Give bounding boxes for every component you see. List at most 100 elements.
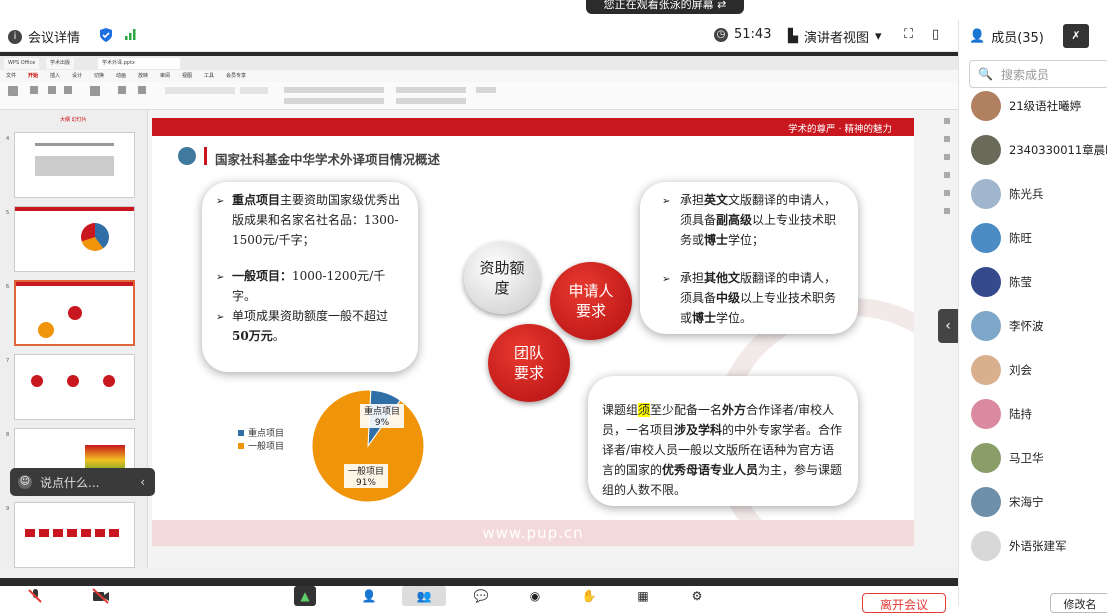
member-item[interactable]: 陆持 bbox=[971, 398, 1032, 430]
member-item[interactable]: 马卫华 bbox=[971, 442, 1044, 474]
slide-thumbnail-current[interactable] bbox=[14, 280, 135, 346]
slide-thumbnail[interactable] bbox=[14, 502, 135, 568]
members-panel: 👤 成员(35) ✗ 🔍 搜索成员 21级语社曦婷 2340330011章晨昕 陈光兵陈… bbox=[958, 20, 1107, 606]
funding-pie-chart: 重点项目9%一般项目91%重点项目一般项目 bbox=[238, 389, 425, 503]
member-name: 陈莹 bbox=[1009, 275, 1032, 289]
camera-off-icon[interactable] bbox=[90, 586, 112, 606]
mic-muted-icon[interactable] bbox=[24, 586, 46, 606]
pie-data-label: 一般项目91% bbox=[344, 464, 388, 488]
avatar bbox=[971, 267, 1001, 297]
applicant-text: 学位。 bbox=[716, 311, 753, 325]
pie-data-label: 重点项目9% bbox=[360, 404, 404, 428]
app-tab-wps[interactable]: WPS Office bbox=[4, 58, 40, 69]
member-item[interactable]: 陈莹 bbox=[971, 266, 1032, 298]
member-item[interactable]: 外语张建军 bbox=[971, 530, 1067, 562]
ribbon-menu-item[interactable]: 动画 bbox=[116, 72, 126, 79]
invite-icon[interactable]: 👤 bbox=[358, 586, 380, 606]
slide-thumbnail[interactable] bbox=[14, 354, 135, 420]
slide-thumbnail-panel: 大纲 幻灯片 4 5 6 7 8 9 bbox=[0, 110, 148, 568]
record-icon[interactable]: ◉ bbox=[524, 586, 546, 606]
applicant-text-bold: 博士 bbox=[692, 311, 717, 325]
top-strip bbox=[0, 0, 1107, 20]
legend-label: 重点项目 bbox=[248, 427, 284, 439]
ribbon-menu-item[interactable]: 开始 bbox=[28, 72, 38, 79]
search-icon: 🔍 bbox=[978, 67, 993, 81]
collapse-arrow-icon[interactable]: ‹ bbox=[140, 475, 145, 489]
timer-text: 51:43 bbox=[734, 27, 772, 42]
team-text-highlight: 须 bbox=[638, 403, 651, 417]
avatar bbox=[971, 223, 1001, 253]
members-icon[interactable]: 👥 bbox=[402, 586, 446, 606]
member-name: 2340330011章晨昕 bbox=[1009, 143, 1107, 157]
search-members-input[interactable]: 🔍 搜索成员 bbox=[969, 60, 1107, 88]
app-tab-bar: WPS Office 学术出版 学术外译.pptx bbox=[0, 56, 958, 70]
applicant-text: 承担 bbox=[680, 271, 705, 285]
ribbon-toolbar[interactable] bbox=[0, 82, 958, 110]
signal-strength-icon[interactable] bbox=[124, 27, 138, 41]
member-item[interactable]: 2340330011章晨昕 bbox=[971, 134, 1107, 166]
member-item[interactable]: 宋海宁 bbox=[971, 486, 1044, 518]
avatar bbox=[971, 399, 1001, 429]
ribbon-menu-item[interactable]: 放映 bbox=[138, 72, 148, 79]
ribbon-menu-item[interactable]: 审阅 bbox=[160, 72, 170, 79]
funding-card: ➢ 重点项目主要资助国家级优秀出版成果和名家名社名品：1300-1500元/千字… bbox=[202, 182, 418, 372]
ribbon-icons bbox=[8, 86, 496, 104]
svg-text:重点项目: 重点项目 bbox=[364, 405, 400, 417]
applicant-text-bold: 博士 bbox=[704, 233, 729, 247]
emoji-icon: ☺ bbox=[18, 475, 32, 489]
outline-tab[interactable]: 大纲 幻灯片 bbox=[60, 116, 87, 123]
ribbon-menu-item[interactable]: 切换 bbox=[94, 72, 104, 79]
applicant-text: 学位； bbox=[728, 233, 765, 247]
mute-mic-icon[interactable]: ✗ bbox=[1063, 24, 1089, 48]
share-screen-icon[interactable]: ▲ bbox=[294, 586, 316, 606]
member-item[interactable]: 21级语社曦婷 bbox=[971, 90, 1081, 122]
slide-thumbnail[interactable] bbox=[14, 206, 135, 272]
ribbon-menu-item[interactable]: 视图 bbox=[182, 72, 192, 79]
team-text: 课题组 bbox=[602, 403, 639, 417]
member-item[interactable]: 陈光兵 bbox=[971, 178, 1044, 210]
expand-panel-handle[interactable]: ‹ bbox=[938, 309, 958, 343]
member-item[interactable]: 刘会 bbox=[971, 354, 1032, 386]
funding-bubble: 资助额度 bbox=[464, 242, 540, 314]
bullet-arrow-icon: ➢ bbox=[662, 274, 671, 285]
title-accent-bar bbox=[204, 147, 207, 165]
ribbon-menu-item[interactable]: 插入 bbox=[50, 72, 60, 79]
ribbon-menu-item[interactable]: 会员专享 bbox=[226, 72, 246, 79]
slide-tagline: 学术的尊严 · 精神的魅力 bbox=[787, 124, 892, 135]
member-item[interactable]: 李怀波 bbox=[971, 310, 1044, 342]
ribbon-menu-item[interactable]: 工具 bbox=[204, 72, 214, 79]
view-mode-dropdown[interactable]: ▙ 演讲者视图 ▾ bbox=[788, 27, 882, 46]
member-name: 李怀波 bbox=[1009, 319, 1044, 333]
general-project-label: 一般项目： bbox=[232, 269, 293, 283]
comment-input[interactable]: ☺ 说点什么... ‹ bbox=[10, 468, 155, 496]
app-tab-pptx[interactable]: 学术外译.pptx bbox=[98, 58, 180, 69]
ribbon-menu-item[interactable]: 设计 bbox=[72, 72, 82, 79]
slide-thumbnail[interactable] bbox=[14, 132, 135, 198]
bullet-arrow-icon: ➢ bbox=[216, 272, 225, 283]
slide-header-band: 学术的尊严 · 精神的魅力 bbox=[152, 118, 914, 136]
fullscreen-icon[interactable]: ⛶ bbox=[904, 27, 913, 42]
meeting-details-button[interactable]: i 会议详情 bbox=[8, 27, 80, 46]
settings-gear-icon[interactable]: ⚙ bbox=[686, 586, 708, 606]
slide-canvas: 学术的尊严 · 精神的魅力 国家社科基金中华学术外译项目情况概述 ➢ 重点项目主… bbox=[152, 118, 914, 546]
sidebar-toggle-icon[interactable]: ▯ bbox=[932, 27, 939, 42]
app-tab-doc[interactable]: 学术出版 bbox=[46, 58, 75, 69]
ribbon-menu-item[interactable]: 文件 bbox=[6, 72, 16, 79]
member-item[interactable]: 陈旺 bbox=[971, 222, 1032, 254]
sharing-banner[interactable]: 您正在观看张泳的屏幕 ⇄ bbox=[586, 0, 744, 14]
leave-meeting-button[interactable]: 离开会议 bbox=[862, 593, 946, 613]
edit-name-button[interactable]: 修改名 bbox=[1050, 593, 1107, 613]
team-text-bold: 优秀母语专业人员 bbox=[662, 463, 759, 477]
apps-grid-icon[interactable]: ▦ bbox=[632, 586, 654, 606]
applicant-text-bold: 中级 bbox=[716, 291, 741, 305]
avatar bbox=[971, 487, 1001, 517]
team-text-bold: 外方 bbox=[722, 403, 747, 417]
applicant-text-bold: 副高级 bbox=[716, 213, 753, 227]
apps-hand-icon[interactable]: ✋ bbox=[578, 586, 600, 606]
applicant-bubble-label: 申请人要求 bbox=[568, 282, 614, 320]
avatar bbox=[971, 179, 1001, 209]
svg-text:9%: 9% bbox=[375, 418, 390, 428]
chat-icon[interactable]: 💬 bbox=[470, 586, 492, 606]
security-shield-icon[interactable] bbox=[98, 27, 114, 43]
info-icon: i bbox=[8, 29, 22, 44]
